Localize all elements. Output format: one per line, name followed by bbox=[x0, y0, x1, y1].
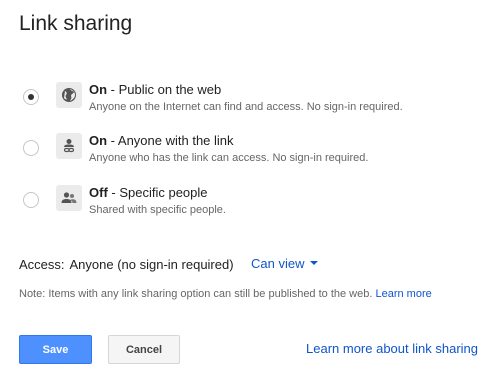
access-row: Access: Anyone (no sign-in required) bbox=[19, 257, 234, 272]
radio-anyone-with-link[interactable] bbox=[23, 140, 39, 156]
publish-note: Note: Items with any link sharing option… bbox=[19, 288, 432, 300]
globe-icon bbox=[56, 82, 82, 108]
learn-more-link-sharing[interactable]: Learn more about link sharing bbox=[306, 341, 478, 356]
radio-public-on-web[interactable] bbox=[23, 89, 39, 105]
note-learn-more-link[interactable]: Learn more bbox=[375, 288, 431, 300]
cancel-button[interactable]: Cancel bbox=[108, 335, 180, 364]
people-icon bbox=[56, 185, 82, 211]
option-title: Off - Specific people bbox=[89, 185, 208, 200]
option-anyone-with-link[interactable]: On - Anyone with the link Anyone who has… bbox=[23, 133, 483, 173]
save-button[interactable]: Save bbox=[19, 335, 92, 364]
option-specific-people[interactable]: Off - Specific people Shared with specif… bbox=[23, 185, 483, 225]
option-title: On - Public on the web bbox=[89, 82, 222, 97]
option-public-on-web[interactable]: On - Public on the web Anyone on the Int… bbox=[23, 82, 483, 122]
option-description: Anyone who has the link can access. No s… bbox=[89, 152, 369, 164]
chevron-down-icon bbox=[310, 260, 319, 265]
permission-value: Can view bbox=[251, 256, 305, 271]
person-link-icon bbox=[56, 133, 82, 159]
access-label: Access: bbox=[19, 257, 65, 272]
radio-specific-people[interactable] bbox=[23, 192, 39, 208]
option-description: Anyone on the Internet can find and acce… bbox=[89, 101, 403, 113]
option-title: On - Anyone with the link bbox=[89, 133, 234, 148]
access-value: Anyone (no sign-in required) bbox=[69, 257, 234, 272]
permission-dropdown[interactable]: Can view bbox=[251, 256, 319, 271]
dialog-title: Link sharing bbox=[19, 12, 133, 35]
option-description: Shared with specific people. bbox=[89, 204, 226, 216]
note-text: Note: Items with any link sharing option… bbox=[19, 288, 376, 300]
